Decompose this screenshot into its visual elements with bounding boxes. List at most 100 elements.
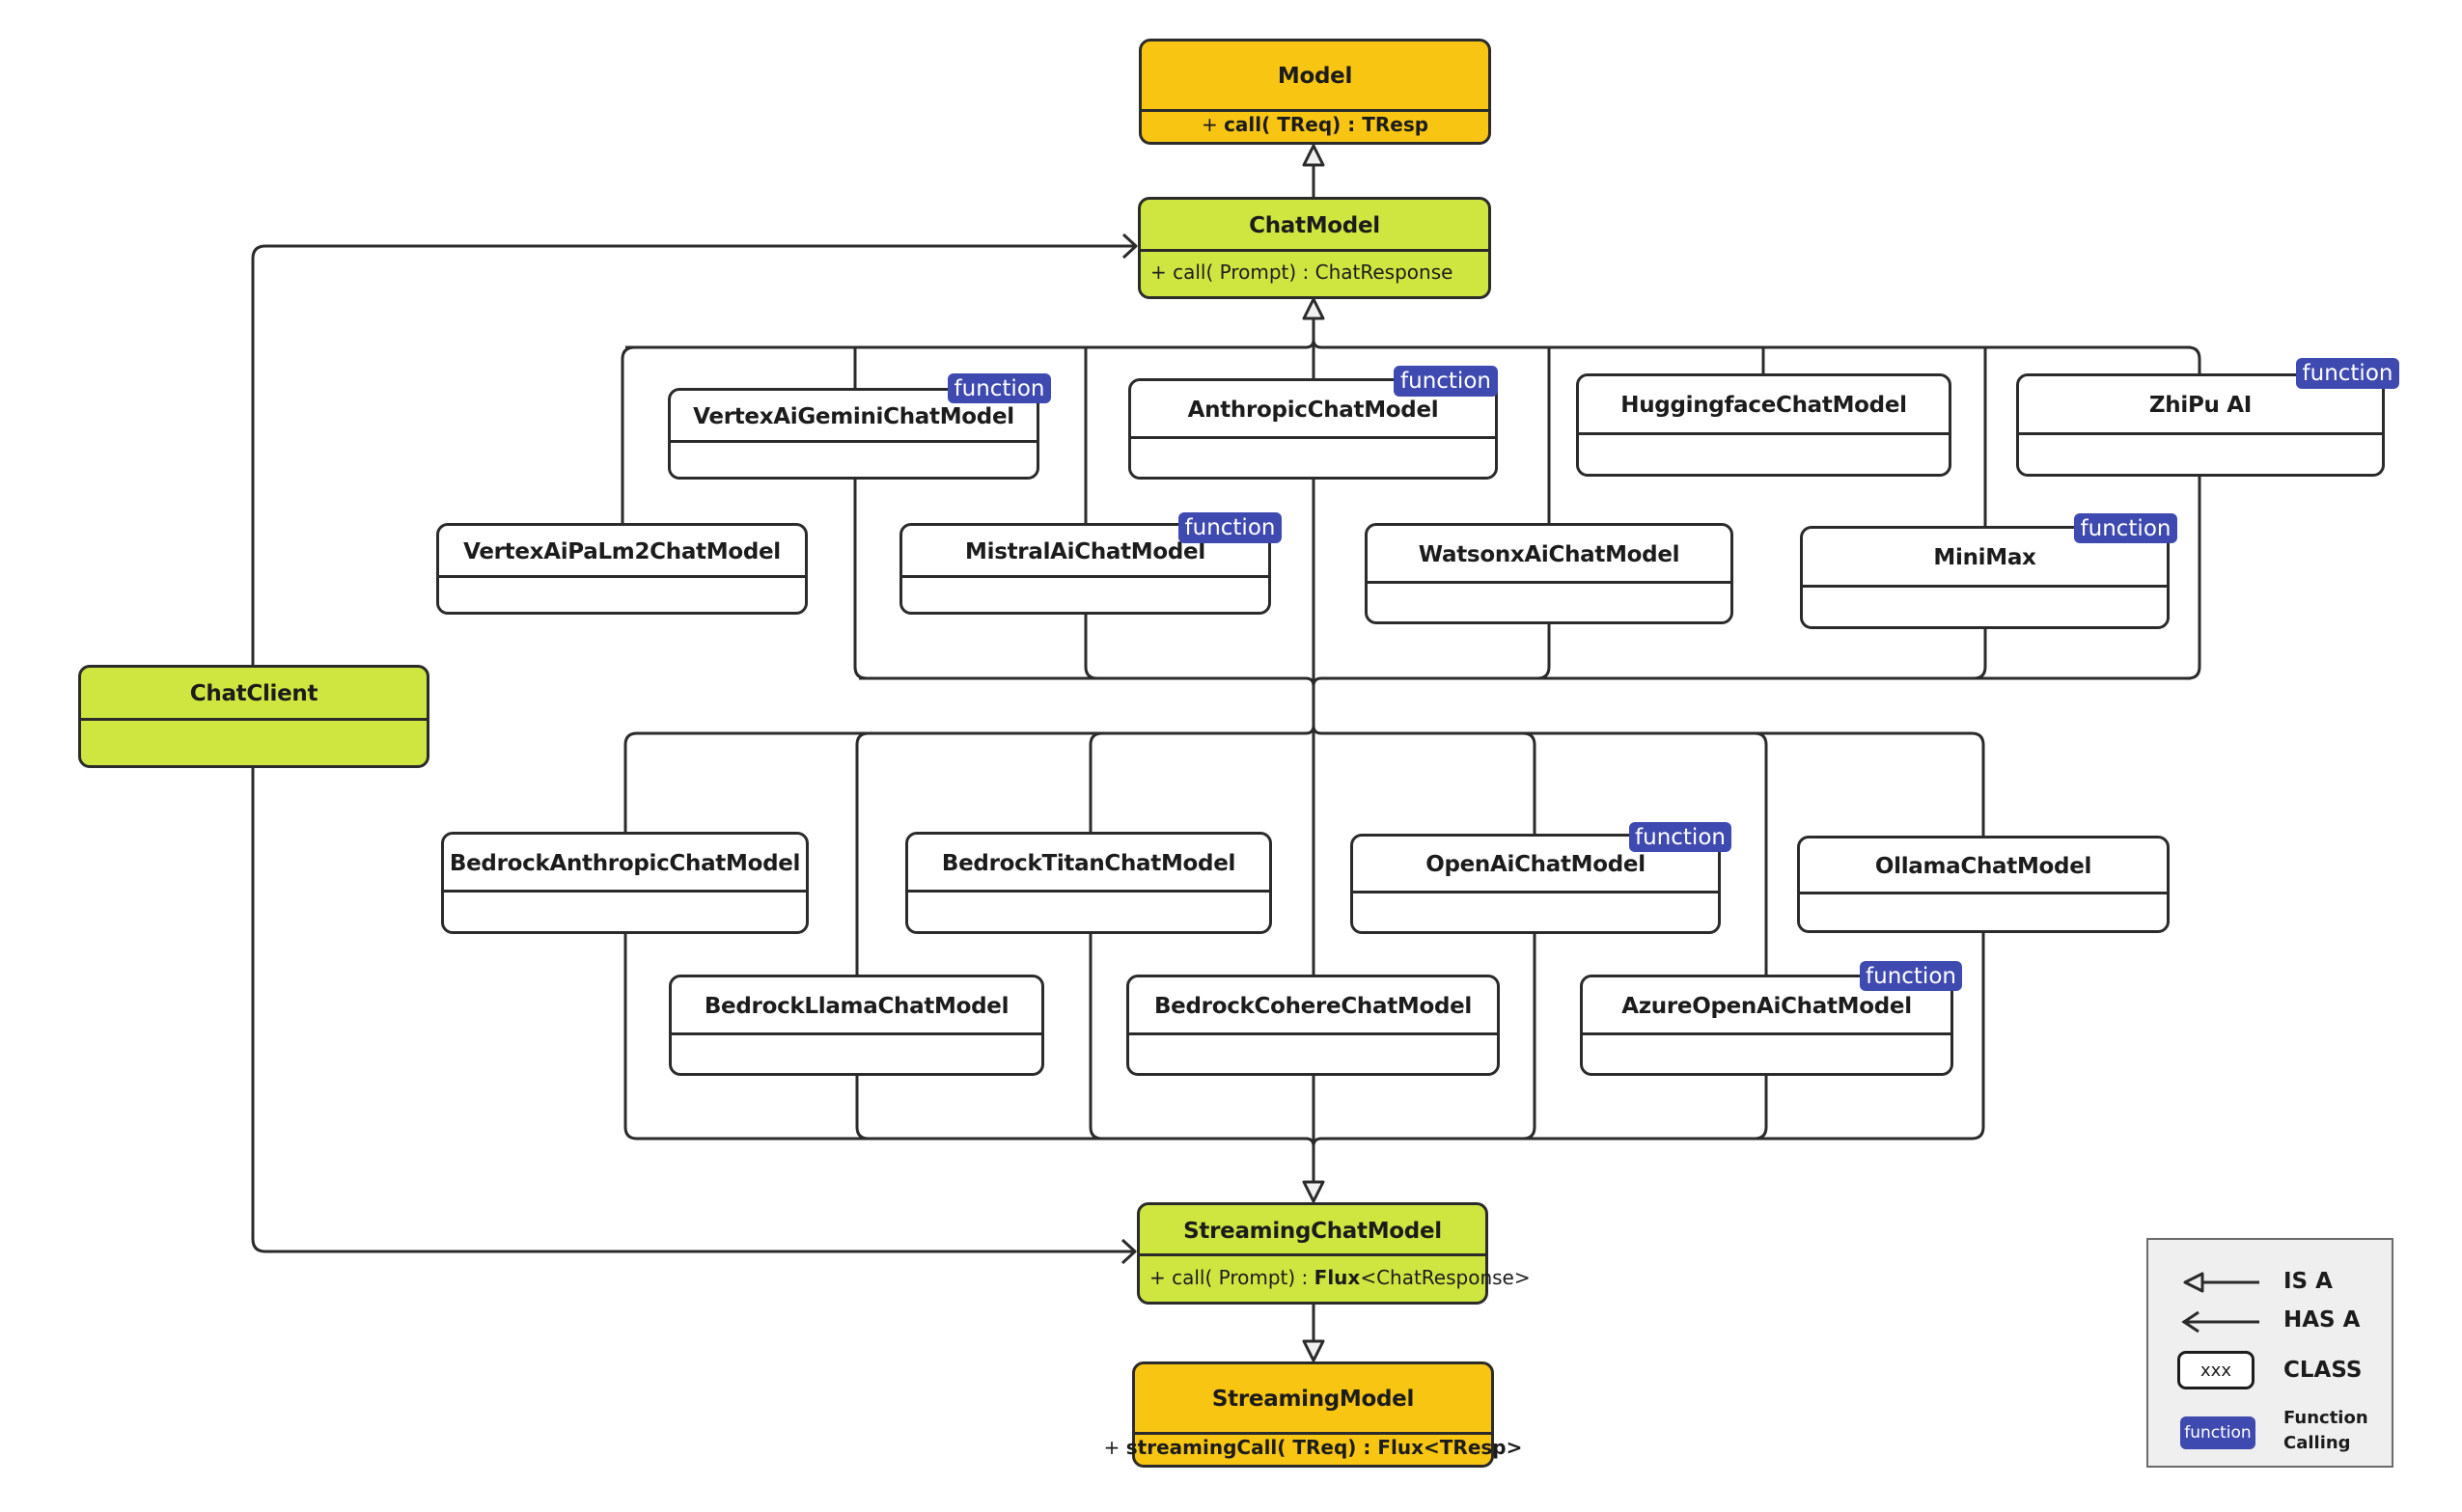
class-zhipu-ai[interactable]: ZhiPu AI xyxy=(2016,373,2385,477)
function-calling-badge: function xyxy=(2074,513,2177,543)
member-args: ( TReq) : xyxy=(1277,1436,1378,1459)
lower-bottom-bus-left xyxy=(637,1137,1315,1147)
class-divider xyxy=(1368,581,1730,584)
col-vertex-gemini-bottom xyxy=(853,480,868,680)
class-bedrockllamachatmodel[interactable]: BedrockLlamaChatModel xyxy=(669,975,1044,1076)
class-title: WatsonxAiChatModel xyxy=(1418,541,1680,567)
col-bedrock-anthropic-bottom xyxy=(623,934,638,1141)
legend-function-badge: function xyxy=(2180,1416,2255,1449)
col-azure-bottom xyxy=(1754,1076,1768,1141)
col-ollama-bottom xyxy=(1971,933,1985,1141)
class-title: HuggingfaceChatModel xyxy=(1620,393,1907,418)
class-streaming-model[interactable]: StreamingModel + streamingCall( TReq) : … xyxy=(1104,1361,1523,1468)
class-divider xyxy=(439,575,805,578)
is-a-arrowhead-model xyxy=(1302,144,1325,167)
function-calling-badge: function xyxy=(1860,961,1962,991)
legend-is-a-label: IS A xyxy=(2283,1269,2333,1294)
col-openai-top xyxy=(1522,731,1536,834)
class-divider xyxy=(1803,585,2167,588)
class-divider xyxy=(1129,1032,1497,1035)
lower-bottom-bus-right xyxy=(1312,1137,1972,1147)
upper-bottom-bus-right xyxy=(1312,676,2191,687)
member-method: call xyxy=(1224,113,1262,136)
legend-class-sample: xxx xyxy=(2177,1351,2255,1389)
class-member: + streamingCall( TReq) : Flux<TResp> xyxy=(1104,1430,1523,1465)
is-a-arrowhead-streamingmodel xyxy=(1302,1339,1325,1362)
col-bedrock-anthropic-top xyxy=(623,731,638,832)
col-zhipu-bottom xyxy=(2187,477,2201,680)
class-title: VertexAiPaLm2ChatModel xyxy=(463,538,781,564)
class-bedrockcoherechatmodel[interactable]: BedrockCohereChatModel xyxy=(1126,975,1500,1076)
col-watsonx-bottom xyxy=(1536,624,1551,680)
class-watsonxaichatmodel[interactable]: WatsonxAiChatModel xyxy=(1365,523,1733,624)
is-a-arrow-icon xyxy=(2183,1272,2259,1293)
col-bedrock-titan-bottom xyxy=(1089,934,1103,1141)
member-return: Flux<TResp> xyxy=(1377,1436,1523,1459)
col-bedrock-llama-bottom xyxy=(855,1076,870,1141)
class-divider xyxy=(1353,891,1718,893)
lower-top-bus-left xyxy=(637,725,1315,735)
upper-bottom-bus-left xyxy=(859,676,1315,687)
class-divider xyxy=(444,890,806,893)
class-title: StreamingModel xyxy=(1211,1387,1415,1412)
class-divider xyxy=(1800,892,2167,894)
class-chat-model[interactable]: ChatModel + call( Prompt) : ChatResponse xyxy=(1138,197,1491,299)
function-calling-badge: function xyxy=(1394,366,1498,397)
class-member: + call( TReq) : TResp xyxy=(1142,107,1488,142)
class-chat-client[interactable]: ChatClient xyxy=(78,665,429,768)
class-divider xyxy=(672,1032,1041,1035)
col-bedrock-titan-top xyxy=(1089,731,1103,832)
legend-class-label: CLASS xyxy=(2283,1358,2363,1383)
class-title: BedrockLlamaChatModel xyxy=(704,993,1010,1019)
member-prefix: + xyxy=(1103,1436,1126,1459)
class-title: ChatClient xyxy=(189,681,318,706)
has-a-arrow-icon xyxy=(2181,1310,2259,1333)
class-divider xyxy=(902,575,1268,578)
lower-top-bus-right xyxy=(1312,725,1972,735)
class-bedrockanthropicchatmodel[interactable]: BedrockAnthropicChatModel xyxy=(441,832,809,934)
class-divider xyxy=(2019,432,2382,435)
col-minimax-bottom xyxy=(1973,629,1987,680)
member-return: TResp xyxy=(1362,113,1429,136)
class-model[interactable]: Model + call( TReq) : TResp xyxy=(1139,39,1491,145)
class-title: StreamingChatModel xyxy=(1183,1219,1442,1244)
member-prefix: + xyxy=(1201,113,1225,136)
class-divider xyxy=(908,890,1269,893)
is-a-arrowhead-chatmodel xyxy=(1302,297,1325,320)
legend-function-calling-label: Function Calling xyxy=(2283,1406,2368,1456)
member-prefix: + call( Prompt) : xyxy=(1149,1266,1314,1289)
class-divider xyxy=(1583,1032,1950,1035)
class-title: BedrockCohereChatModel xyxy=(1153,993,1473,1019)
col-bedrock-llama-top xyxy=(855,731,870,975)
class-ollamachatmodel[interactable]: OllamaChatModel xyxy=(1797,836,2170,933)
upper-top-bus-left xyxy=(625,339,1315,349)
class-divider xyxy=(1579,432,1949,435)
upper-top-bus-right xyxy=(1312,339,2191,349)
col-azure-top xyxy=(1754,731,1768,975)
member-suffix: <ChatResponse> xyxy=(1360,1266,1531,1289)
class-divider xyxy=(81,718,427,721)
col-zhipu-top xyxy=(2187,345,2201,373)
legend: IS A HAS A xxx CLASS function Function C… xyxy=(2146,1238,2393,1468)
class-bedrocktitanchatmodel[interactable]: BedrockTitanChatModel xyxy=(905,832,1272,934)
member-method: streamingCall xyxy=(1125,1436,1278,1459)
col-ollama-top xyxy=(1971,731,1985,836)
class-title: ChatModel xyxy=(1249,213,1380,238)
legend-function-calling-line2: Calling xyxy=(2283,1433,2351,1453)
class-huggingfacechatmodel[interactable]: HuggingfaceChatModel xyxy=(1576,373,1951,477)
class-member: + call( Prompt) : ChatResponse xyxy=(1150,261,1453,284)
col-vertex-palm2-top xyxy=(621,345,636,523)
function-calling-badge: function xyxy=(948,373,1051,403)
member-flux: Flux xyxy=(1314,1266,1361,1289)
class-vertexaipalm2chatmodel[interactable]: VertexAiPaLm2ChatModel xyxy=(436,523,808,615)
class-member: + call( Prompt) : Flux <ChatResponse> xyxy=(1149,1253,1531,1302)
col-mistral-bottom xyxy=(1084,615,1098,680)
class-divider xyxy=(671,440,1037,443)
class-title: BedrockTitanChatModel xyxy=(941,850,1236,876)
col-openai-bottom xyxy=(1522,934,1536,1141)
legend-has-a-label: HAS A xyxy=(2283,1307,2361,1333)
function-calling-badge: function xyxy=(1178,512,1282,543)
class-title: Model xyxy=(1277,64,1353,89)
is-a-arrowhead-streamingchatmodel xyxy=(1302,1180,1325,1203)
class-streaming-chat-model[interactable]: StreamingChatModel + call( Prompt) : Flu… xyxy=(1137,1202,1531,1305)
